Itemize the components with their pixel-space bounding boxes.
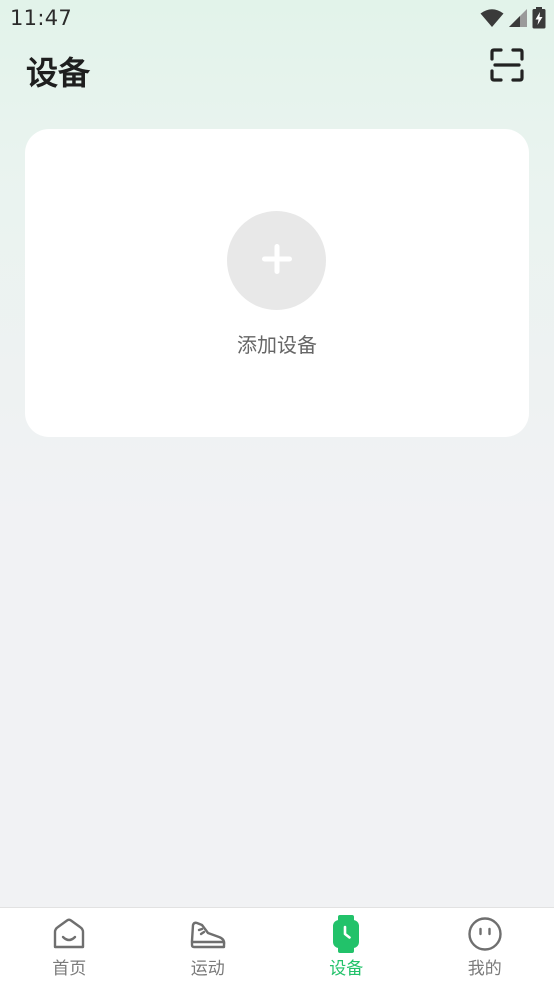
nav-item-sport[interactable]: 运动 — [139, 908, 278, 985]
nav-label-mine: 我的 — [416, 954, 554, 979]
nav-item-mine[interactable]: 我的 — [416, 908, 554, 985]
add-device-button[interactable] — [227, 211, 326, 310]
add-device-label: 添加设备 — [25, 329, 529, 358]
scan-frame-icon — [490, 48, 524, 86]
battery-charging-icon — [532, 7, 546, 29]
status-icons — [480, 7, 546, 29]
home-icon — [49, 914, 89, 954]
signal-icon — [508, 8, 528, 28]
bottom-nav: 首页 运动 设备 — [0, 907, 554, 985]
face-icon — [465, 914, 505, 954]
nav-item-home[interactable]: 首页 — [0, 908, 139, 985]
status-bar: 11:47 — [0, 0, 554, 36]
scan-button[interactable] — [488, 48, 526, 86]
nav-label-home: 首页 — [0, 954, 139, 979]
header: 设备 — [0, 40, 554, 100]
page-title: 设备 — [26, 48, 90, 94]
status-time: 11:47 — [10, 6, 72, 30]
watch-icon — [326, 914, 366, 954]
nav-item-device[interactable]: 设备 — [277, 908, 416, 985]
sneaker-icon — [188, 914, 228, 954]
wifi-icon — [480, 8, 504, 28]
add-device-card[interactable]: 添加设备 — [25, 129, 529, 437]
nav-label-sport: 运动 — [139, 954, 278, 979]
nav-label-device: 设备 — [277, 954, 416, 979]
plus-icon — [260, 242, 294, 280]
